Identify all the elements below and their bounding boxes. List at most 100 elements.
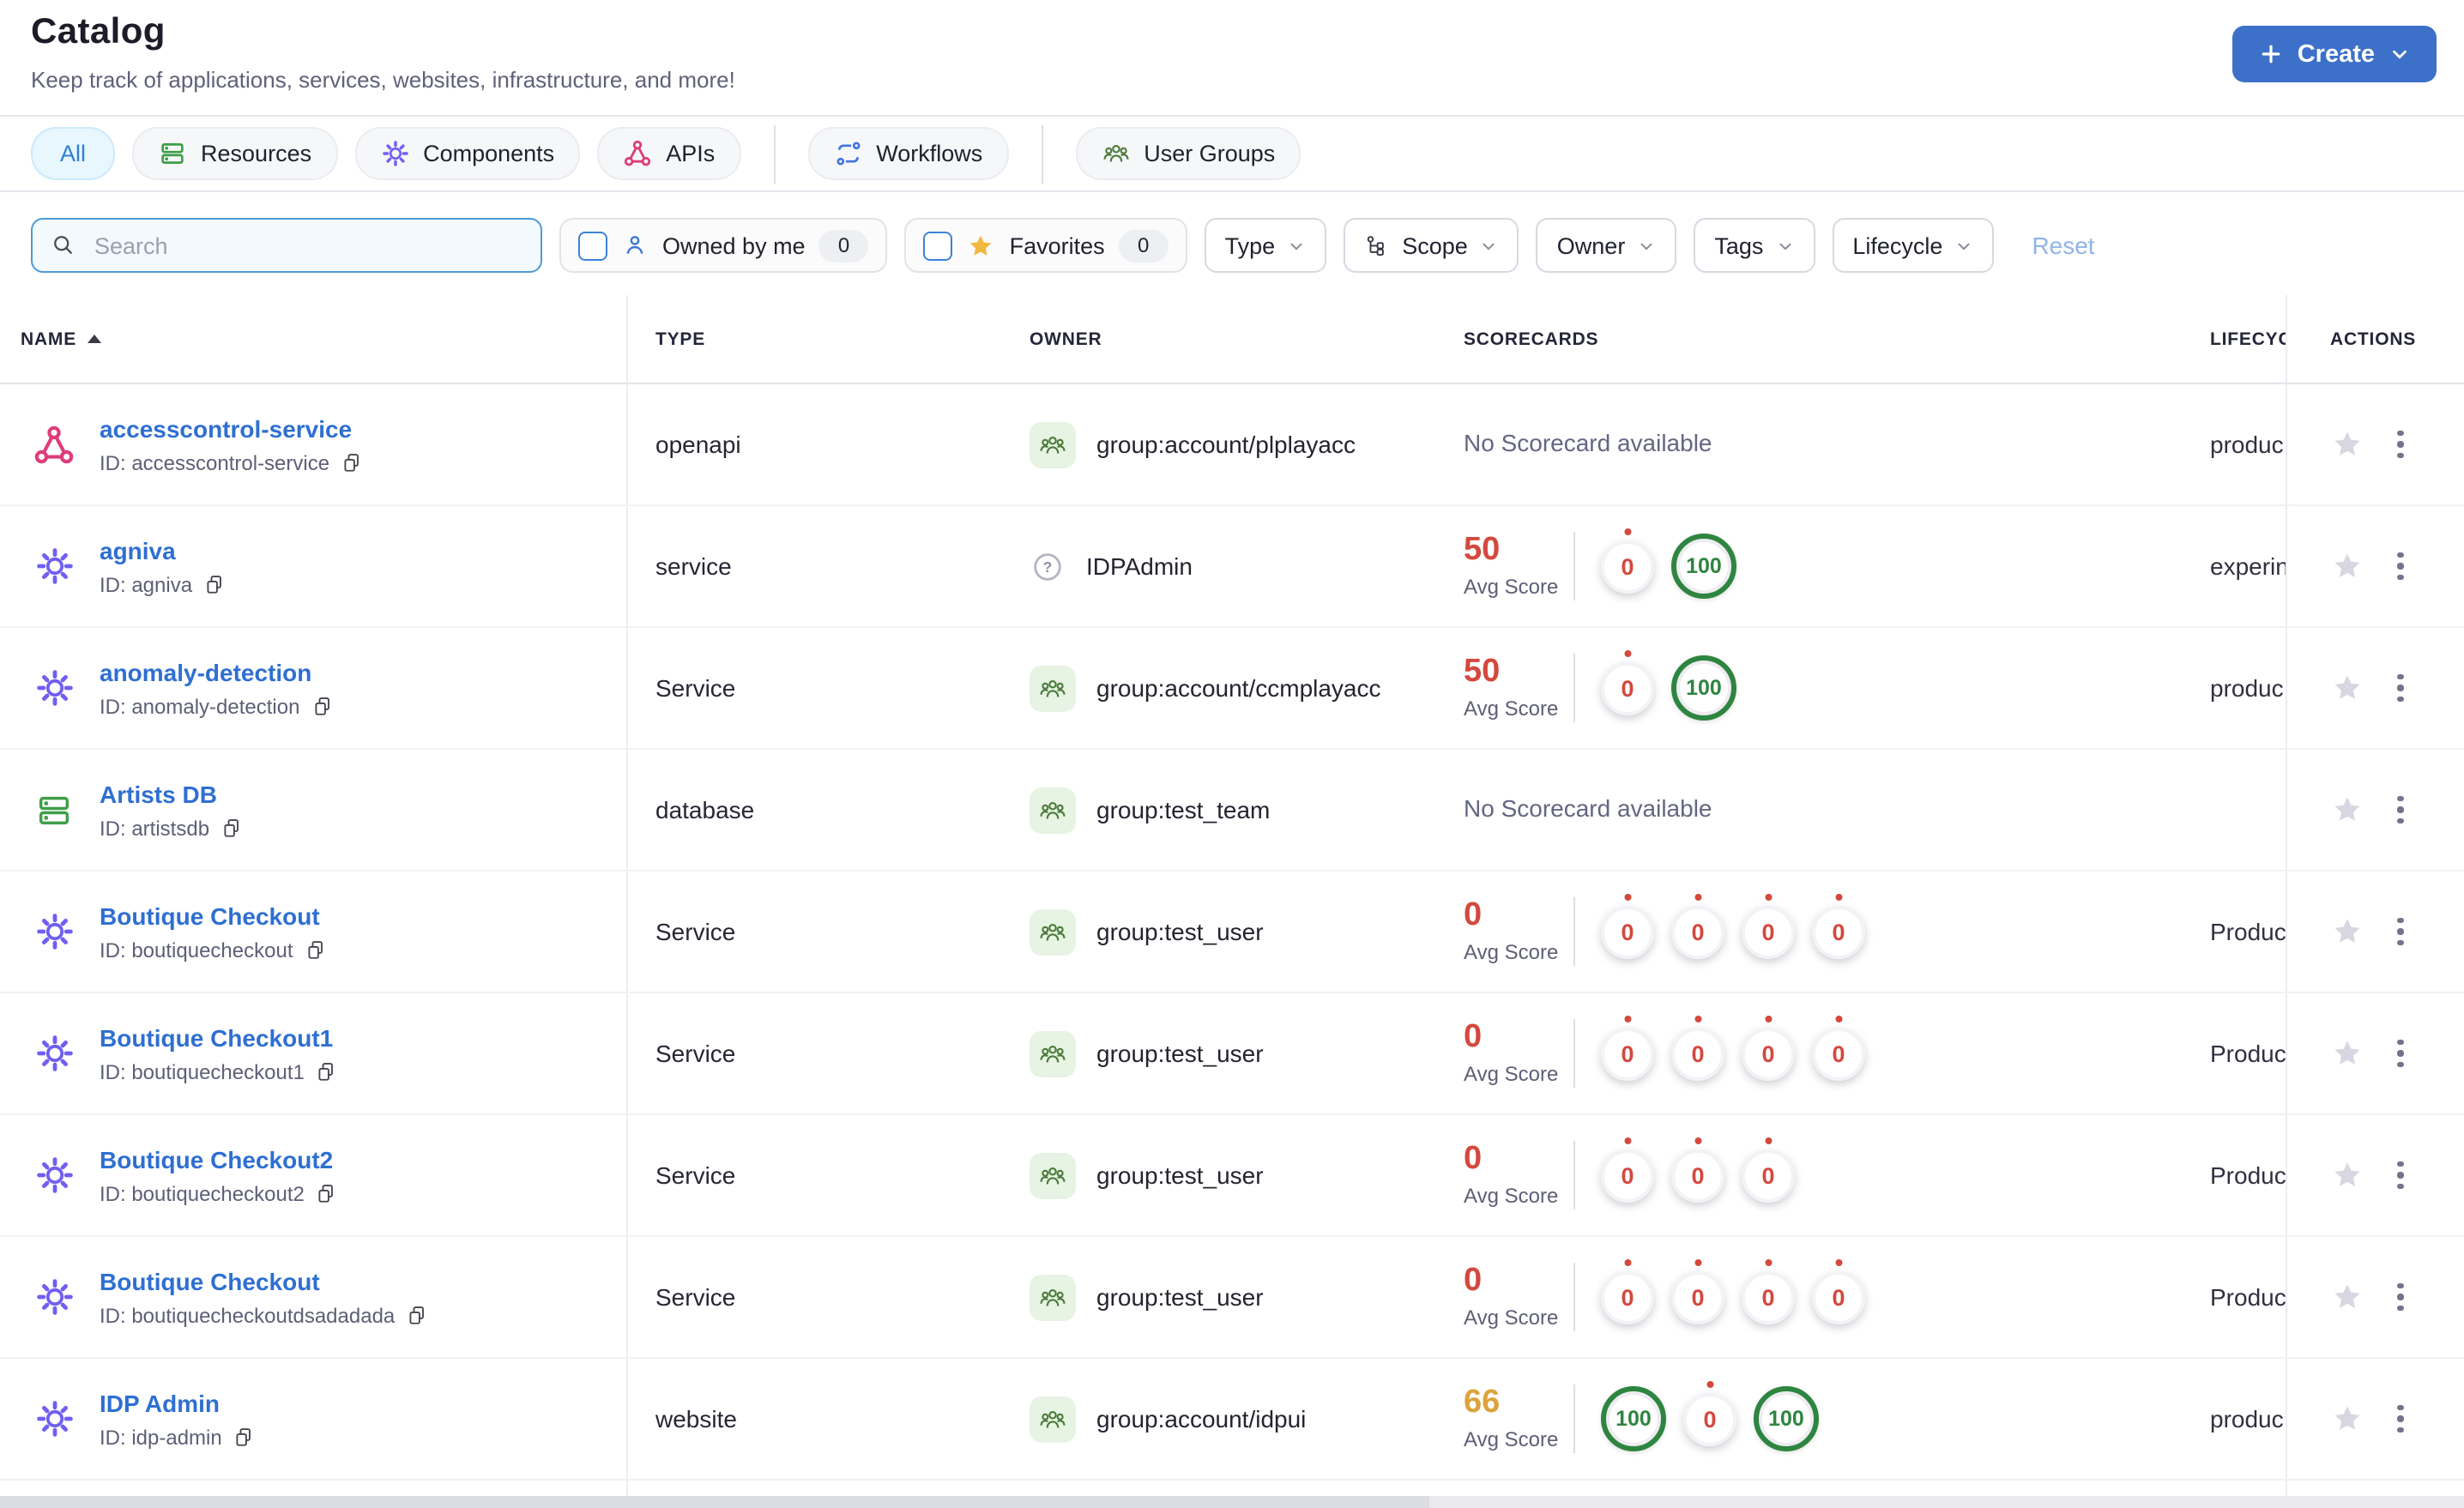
type-cell: database [655,796,755,823]
lifecycle-filter[interactable]: Lifecycle [1832,218,1995,273]
favorite-star-icon[interactable] [2330,914,2364,949]
horizontal-scrollbar[interactable] [0,1496,2464,1508]
scorecard-check[interactable]: 100 [1601,1386,1666,1451]
scorecard-check[interactable]: 0 [1671,905,1724,958]
owner-label: group:test_user [1096,1283,1264,1311]
scorecard-checks: 0000 [1601,1270,1865,1324]
scorecard-check[interactable]: 0 [1601,905,1654,958]
tab-user-groups[interactable]: User Groups [1075,127,1301,180]
entity-name-link[interactable]: Artists DB [100,780,244,807]
scope-filter[interactable]: Scope [1344,218,1519,273]
scorecard-check[interactable]: 100 [1671,655,1736,721]
create-button[interactable]: Create [2231,26,2437,82]
tab-workflows[interactable]: Workflows [807,127,1009,180]
copy-icon[interactable] [315,1059,339,1083]
owned-by-me-filter[interactable]: Owned by me 0 [559,218,888,273]
entity-name-link[interactable]: agniva [100,536,226,564]
row-menu-icon[interactable] [2394,1402,2407,1437]
owner-label: group:account/plplayacc [1096,431,1356,458]
type-filter[interactable]: Type [1204,218,1327,273]
reset-filters-link[interactable]: Reset [2032,232,2094,259]
entity-name-link[interactable]: Boutique Checkout [100,902,328,929]
scorecard-check[interactable]: 0 [1742,1149,1795,1202]
avg-score-value: 66 [1464,1384,1501,1421]
favorite-star-icon[interactable] [2330,1036,2364,1071]
copy-icon[interactable] [233,1425,257,1449]
favorite-star-icon[interactable] [2330,1280,2364,1314]
row-menu-icon[interactable] [2394,671,2407,706]
copy-icon[interactable] [202,572,226,596]
tab-user-groups-label: User Groups [1144,141,1276,166]
search-input[interactable] [91,231,523,260]
scorecard-check[interactable]: 0 [1671,1149,1724,1202]
favorite-star-icon[interactable] [2330,549,2364,583]
copy-icon[interactable] [304,938,328,962]
favorite-star-icon[interactable] [2330,793,2364,827]
scorecard-check[interactable]: 0 [1683,1392,1736,1445]
scorecard-check[interactable]: 0 [1601,661,1654,715]
scorecard-check[interactable]: 0 [1601,1270,1654,1324]
entity-name-link[interactable]: accesscontrol-service [100,414,364,442]
entity-name-link[interactable]: anomaly-detection [100,658,334,685]
row-menu-icon[interactable] [2394,1036,2407,1071]
favorites-filter[interactable]: Favorites 0 [904,218,1187,273]
entity-name-link[interactable]: Boutique Checkout2 [100,1145,339,1173]
table-row: IDP Admin ID: idp-admin website group:ac… [0,1359,2464,1481]
scorecard-check[interactable]: 0 [1601,1149,1654,1202]
avg-score-value: 50 [1464,532,1501,568]
entity-name-link[interactable]: Boutique Checkout [100,1267,429,1294]
tags-filter[interactable]: Tags [1694,218,1815,273]
group-icon [1030,1030,1076,1077]
column-header-type: TYPE [655,329,706,349]
column-header-name[interactable]: NAME [0,295,628,383]
favorite-star-icon[interactable] [2330,671,2364,705]
scorecard-check[interactable]: 0 [1601,1027,1654,1080]
scorecard-check[interactable]: 0 [1601,540,1654,593]
scorecard-check[interactable]: 100 [1671,534,1736,599]
copy-icon[interactable] [315,1181,339,1205]
favorite-star-icon[interactable] [2330,1402,2364,1436]
favorite-star-icon[interactable] [2330,427,2364,461]
tab-all[interactable]: All [31,127,116,180]
scorecard-check[interactable]: 0 [1671,1027,1724,1080]
tab-apis[interactable]: APIs [597,127,741,180]
scorecard-check[interactable]: 0 [1812,1270,1865,1324]
copy-icon[interactable] [340,450,364,474]
avg-score-label: Avg Score [1464,575,1559,599]
row-menu-icon[interactable] [2394,1280,2407,1315]
owner-filter[interactable]: Owner [1536,218,1677,273]
copy-icon[interactable] [310,694,334,718]
scorecard-check[interactable]: 100 [1754,1386,1819,1451]
row-menu-icon[interactable] [2394,914,2407,950]
row-menu-icon[interactable] [2394,427,2407,462]
scorecard-check[interactable]: 0 [1812,905,1865,958]
entity-name-link[interactable]: Boutique Checkout1 [100,1023,339,1051]
lifecycle-cell: Produc [2210,1161,2286,1189]
row-menu-icon[interactable] [2394,1158,2407,1193]
copy-icon[interactable] [405,1303,429,1327]
horizontal-scrollbar-thumb[interactable] [0,1496,1429,1508]
tab-components[interactable]: Components [354,127,581,180]
filter-bar: Owned by me 0 Favorites 0 Type Scope Own… [0,192,2464,295]
favorites-checkbox[interactable] [923,231,953,260]
row-menu-icon[interactable] [2394,549,2407,584]
tags-filter-label: Tags [1714,232,1764,258]
person-icon [621,232,649,259]
lifecycle-filter-label: Lifecycle [1852,232,1943,258]
scorecard-check[interactable]: 0 [1742,1270,1795,1324]
service-entity-icon [36,670,72,706]
owned-by-me-checkbox[interactable] [578,231,607,260]
tab-resources[interactable]: Resources [132,127,338,180]
tab-resources-label: Resources [201,141,312,166]
owned-by-me-count: 0 [818,229,869,262]
scorecard-check[interactable]: 0 [1742,905,1795,958]
table-row: agniva ID: agniva service ? IDPAdmin 50 … [0,506,2464,628]
copy-icon[interactable] [220,816,244,840]
scorecard-check[interactable]: 0 [1812,1027,1865,1080]
group-icon [1030,1152,1076,1198]
scorecard-check[interactable]: 0 [1742,1027,1795,1080]
entity-name-link[interactable]: IDP Admin [100,1389,257,1416]
favorite-star-icon[interactable] [2330,1158,2364,1192]
row-menu-icon[interactable] [2394,793,2407,828]
scorecard-check[interactable]: 0 [1671,1270,1724,1324]
